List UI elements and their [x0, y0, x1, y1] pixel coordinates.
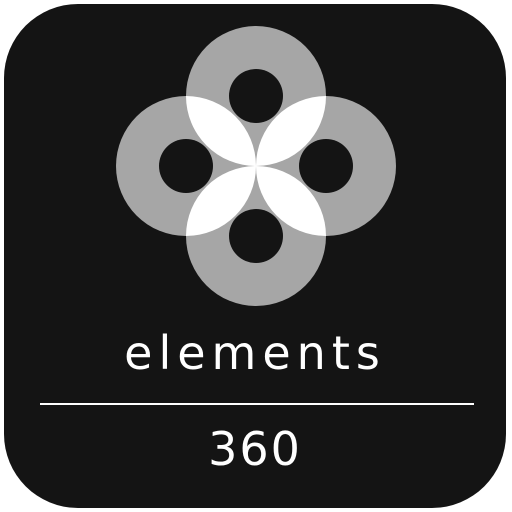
brand-name: elements — [124, 326, 386, 380]
app-icon[interactable]: elements 360 — [4, 4, 506, 508]
divider — [40, 403, 474, 405]
brand-number: 360 — [208, 422, 302, 476]
